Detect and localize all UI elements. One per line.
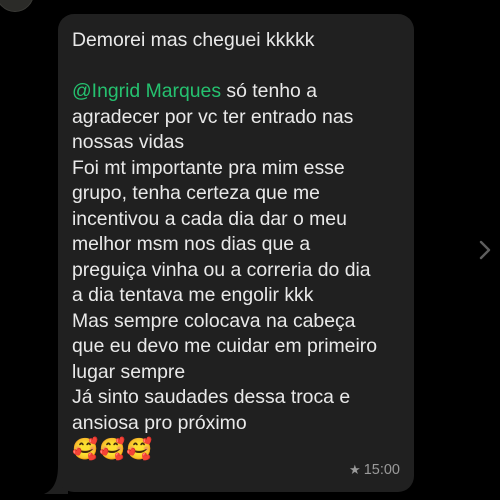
smiling-face-with-hearts-emoji: 🥰 (126, 438, 153, 461)
message-meta: ★ 15:00 (349, 462, 400, 478)
message-line: melhor msm nos dias que a (72, 233, 311, 255)
message-line: incentivou a cada dia dar o meu (72, 207, 347, 230)
message-text: só tenho a (221, 80, 317, 102)
message-bubble[interactable]: Demorei mas cheguei kkkkk @Ingrid Marque… (58, 14, 414, 492)
avatar[interactable] (0, 0, 34, 12)
smiling-face-with-hearts-emoji: 🥰 (72, 438, 99, 461)
message-line: Demorei mas cheguei kkkkk (72, 29, 315, 51)
message-line: nossas vidas (72, 131, 185, 153)
message-line: a dia tentava me engolir kkk (72, 284, 314, 306)
message-line: lugar sempre (72, 360, 186, 383)
chat-screen: Demorei mas cheguei kkkkk @Ingrid Marque… (0, 0, 500, 500)
message-line: que eu devo me cuidar em primeiro (72, 335, 378, 357)
chevron-right-icon[interactable] (478, 239, 492, 261)
message-line: ansiosa pro próximo (72, 411, 247, 434)
smiling-face-with-hearts-emoji: 🥰 (99, 438, 126, 461)
message-time: 15:00 (363, 462, 400, 478)
message-line: grupo, tenha certeza que me (72, 182, 320, 204)
emoji-row: 🥰🥰🥰 (72, 436, 400, 464)
mention-link[interactable]: @Ingrid Marques (72, 80, 221, 102)
message-line: Foi mt importante pra mim esse (72, 156, 345, 179)
message-line-mention: @Ingrid Marques só tenho a (72, 79, 400, 105)
message-line: Já sinto saudades dessa troca e (72, 386, 351, 408)
message-line: preguiça vinha ou a correria do dia (72, 258, 371, 281)
message-line: Mas sempre colocava na cabeça (72, 309, 356, 332)
message-line: agradecer por vc ter entrado nas (72, 105, 354, 128)
star-icon: ★ (349, 462, 361, 477)
